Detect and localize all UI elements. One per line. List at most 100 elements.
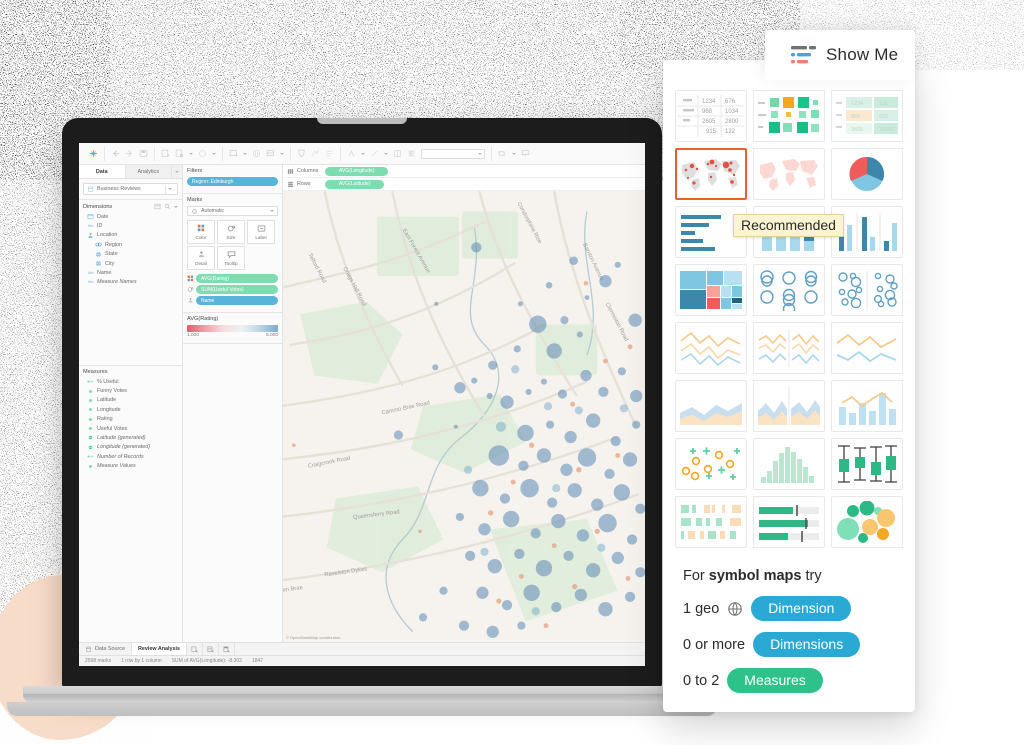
chart-thumb-area-discrete[interactable]: [753, 380, 825, 432]
highlight-icon[interactable]: [297, 149, 306, 158]
chart-thumb-packed-bubbles[interactable]: [831, 496, 903, 548]
swap-rows-columns-icon[interactable]: [266, 149, 275, 158]
field-funny-votes[interactable]: Funny Votes: [79, 386, 182, 395]
field-longitude-generated[interactable]: Longitude (generated): [79, 443, 182, 452]
chart-thumb-circle-views[interactable]: [753, 264, 825, 316]
fix-axes-icon[interactable]: [393, 149, 402, 158]
field-id[interactable]: Abc ID: [79, 221, 182, 230]
duplicate-sheet-icon[interactable]: [175, 149, 184, 158]
field-city[interactable]: City: [79, 259, 182, 268]
chart-thumb-text-table[interactable]: 1234 676 968 1034 2605 2800 915 122: [675, 90, 747, 142]
chart-thumb-dual-lines[interactable]: [831, 322, 903, 374]
marks-size-button[interactable]: Size: [217, 220, 245, 244]
chevron-down-icon[interactable]: [189, 152, 193, 155]
chevron-down-icon[interactable]: [280, 152, 284, 155]
marks-color-button[interactable]: Color: [187, 220, 215, 244]
marks-detail-button[interactable]: Detail: [187, 246, 215, 270]
requirement-chip-dimension[interactable]: Dimension: [751, 596, 852, 621]
group-members-icon[interactable]: [311, 149, 320, 158]
field-latitude[interactable]: Latitude: [79, 396, 182, 405]
chevron-down-icon[interactable]: [384, 152, 388, 155]
marks-pill-avg-rating[interactable]: AVG(Rating): [196, 274, 278, 283]
tab-data[interactable]: Data: [79, 165, 126, 178]
marks-pill-sum-useful-votes[interactable]: SUM(Useful Votes): [196, 285, 278, 294]
chevron-down-icon[interactable]: [174, 205, 178, 208]
search-icon[interactable]: [164, 203, 171, 210]
field-location[interactable]: Location: [79, 231, 182, 240]
new-story-button[interactable]: [219, 643, 236, 655]
tab-data-source[interactable]: Data Source: [79, 643, 132, 655]
field-state[interactable]: State: [79, 250, 182, 259]
mark-type-selector[interactable]: Automatic: [187, 206, 278, 216]
show-me-icon[interactable]: [407, 149, 416, 158]
data-pane-menu-button[interactable]: [172, 165, 182, 178]
new-worksheet-icon[interactable]: [161, 149, 170, 158]
clear-sheet-icon[interactable]: [198, 149, 207, 158]
field-measure-values[interactable]: Measure Values: [79, 461, 182, 470]
datasource-selector[interactable]: Business Reviews: [83, 183, 178, 195]
new-dashboard-button[interactable]: [203, 643, 220, 655]
chart-thumb-heat-map[interactable]: [753, 90, 825, 142]
chart-thumb-gantt[interactable]: [675, 496, 747, 548]
field-longitude[interactable]: Longitude: [79, 405, 182, 414]
chevron-down-icon[interactable]: [212, 152, 216, 155]
tab-review-analysis[interactable]: Review Analysis: [131, 643, 188, 655]
axes-icon[interactable]: [498, 149, 507, 158]
new-worksheet-button[interactable]: [187, 643, 204, 655]
field-useful-votes[interactable]: Useful Votes: [79, 424, 182, 433]
sort-descending-icon[interactable]: [370, 149, 379, 158]
chart-thumb-box-and-whisker[interactable]: [831, 438, 903, 490]
rows-shelf[interactable]: Rows AVG(Latitude): [283, 178, 645, 191]
field-number-of-records[interactable]: Number of Records: [79, 452, 182, 461]
chart-thumb-pie-chart[interactable]: [831, 148, 903, 200]
refresh-datasource-icon[interactable]: [229, 149, 238, 158]
chart-thumb-symbol-map[interactable]: [675, 148, 747, 200]
filter-pill-region[interactable]: Region: Edinburgh: [187, 177, 278, 186]
pause-updates-icon[interactable]: [252, 149, 261, 158]
field-measure-names[interactable]: Abc Measure Names: [79, 278, 182, 287]
chevron-down-icon[interactable]: [270, 210, 274, 212]
chart-thumb-filled-map[interactable]: [753, 148, 825, 200]
chart-thumb-histogram[interactable]: [753, 438, 825, 490]
columns-pill-avg-longitude[interactable]: AVG(Longitude): [325, 166, 389, 176]
sort-ascending-icon[interactable]: [347, 149, 356, 158]
datasource-dropdown-button[interactable]: [165, 184, 174, 194]
chart-thumb-side-by-side-circles[interactable]: [831, 264, 903, 316]
requirement-chip-measures[interactable]: Measures: [727, 668, 823, 693]
chevron-down-icon[interactable]: [361, 152, 365, 155]
chevron-down-icon[interactable]: [512, 152, 516, 155]
marks-tooltip-button[interactable]: Tooltip: [217, 246, 245, 270]
chart-thumb-bullet-graph[interactable]: [753, 496, 825, 548]
forward-icon[interactable]: [125, 149, 134, 158]
tableau-logo-icon[interactable]: [89, 149, 98, 158]
chart-thumb-treemap[interactable]: [675, 264, 747, 316]
back-icon[interactable]: [111, 149, 120, 158]
fit-selector[interactable]: [421, 148, 485, 159]
tab-analytics[interactable]: Analytics: [126, 165, 172, 178]
chart-thumb-dual-combination[interactable]: [831, 380, 903, 432]
field-date[interactable]: Date: [79, 212, 182, 221]
show-me-header[interactable]: Show Me: [765, 30, 915, 80]
field-rating[interactable]: Rating: [79, 415, 182, 424]
marks-pill-name[interactable]: Name: [196, 296, 278, 305]
show-labels-icon[interactable]: [325, 149, 334, 158]
chart-thumb-lines-continuous[interactable]: [675, 322, 747, 374]
field-name[interactable]: Abc Name: [79, 268, 182, 277]
field-percent-useful[interactable]: % Useful: [79, 377, 182, 386]
field-region[interactable]: Region: [79, 240, 182, 249]
chevron-down-icon[interactable]: [478, 152, 482, 155]
marks-label-button[interactable]: Label: [247, 220, 275, 244]
chart-thumb-highlight-table[interactable]: 1234 131 958 562 2605 15660: [831, 90, 903, 142]
chart-thumb-area-continuous[interactable]: [675, 380, 747, 432]
chevron-down-icon[interactable]: [243, 152, 247, 155]
requirement-chip-dimensions[interactable]: Dimensions: [753, 632, 861, 657]
field-latitude-generated[interactable]: Latitude (generated): [79, 433, 182, 442]
rows-pill-avg-latitude[interactable]: AVG(Latitude): [325, 179, 385, 189]
chart-thumb-scatter-plot[interactable]: [675, 438, 747, 490]
chart-thumb-lines-discrete[interactable]: [753, 322, 825, 374]
symbol-map-visualization[interactable]: Telford Road Craigs Hall Road East Fores…: [283, 191, 645, 642]
presentation-mode-icon[interactable]: [521, 149, 530, 158]
save-icon[interactable]: [139, 149, 148, 158]
grid-view-icon[interactable]: [154, 203, 161, 210]
map-canvas[interactable]: Telford Road Craigs Hall Road East Fores…: [283, 191, 645, 642]
